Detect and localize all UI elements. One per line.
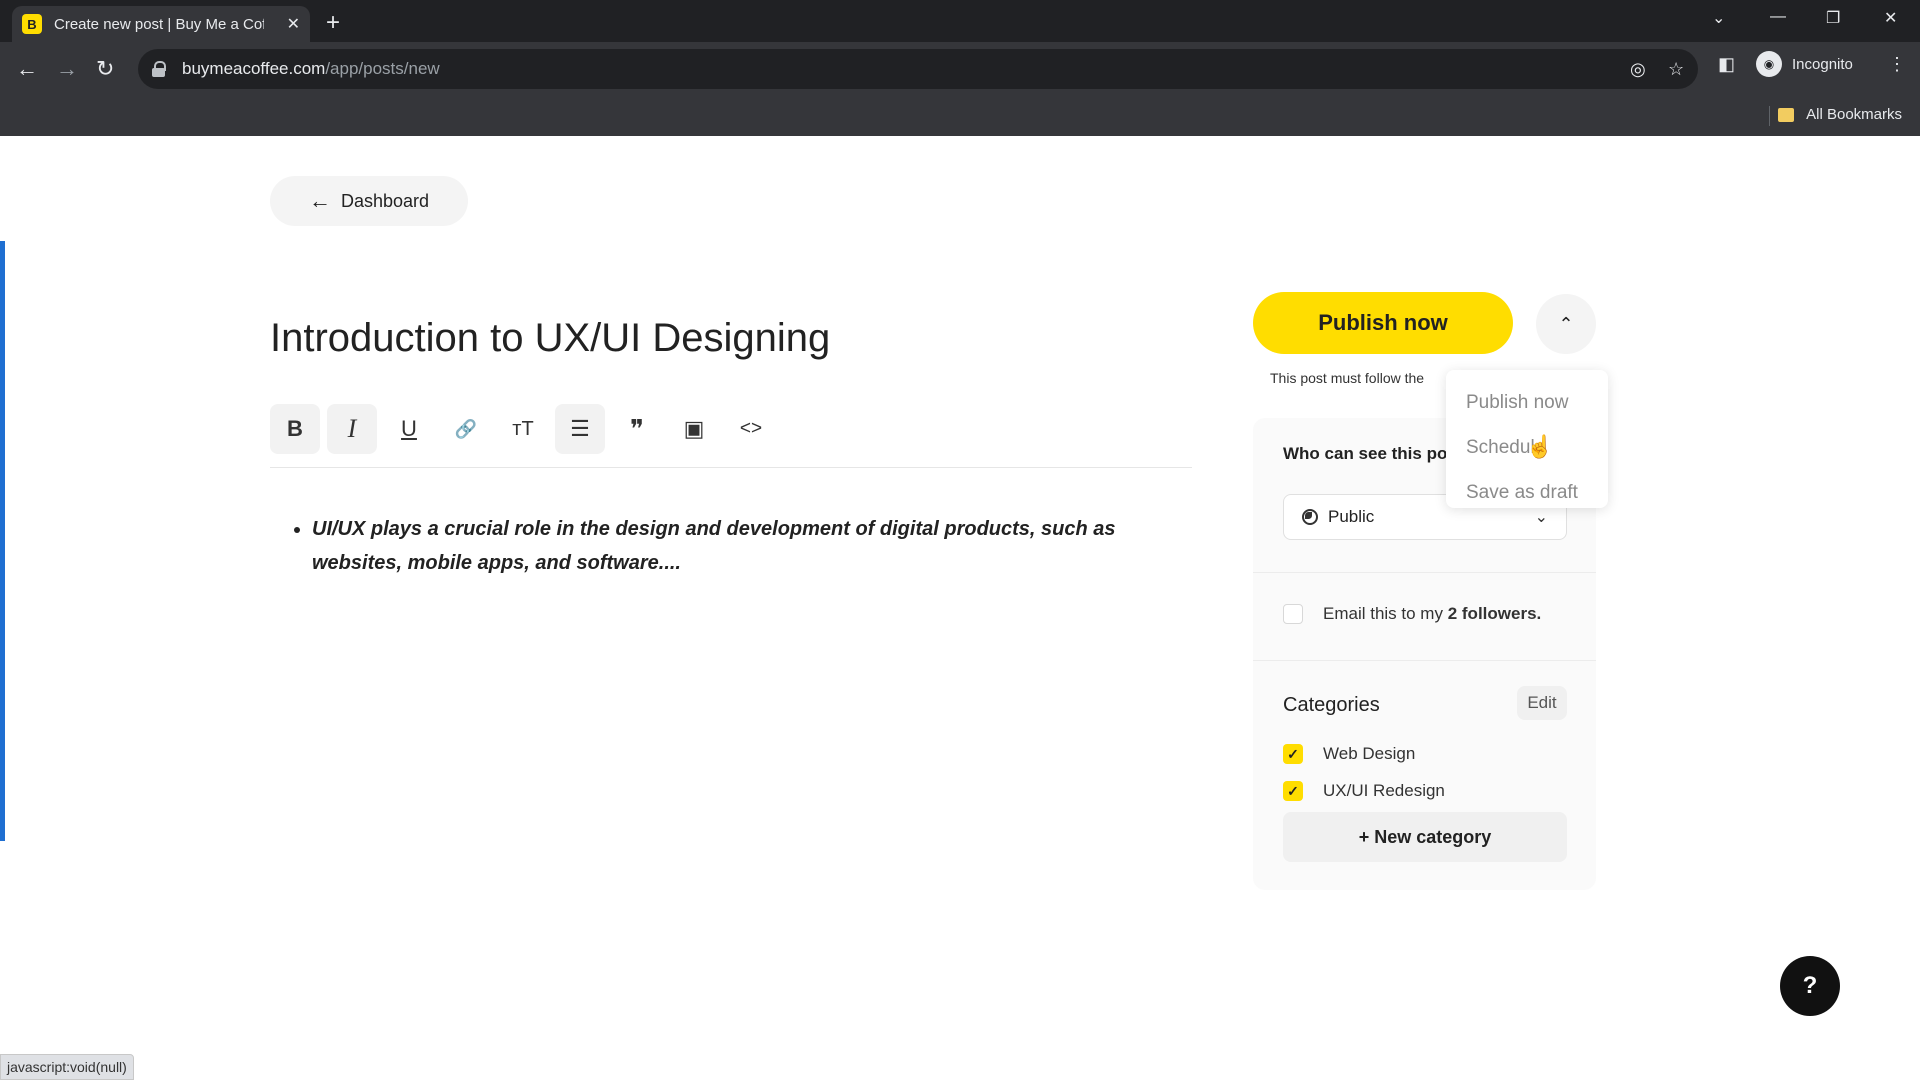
restore-icon[interactable]: ❐	[1826, 8, 1840, 28]
image-icon[interactable]: ▣	[669, 404, 719, 454]
menu-item-publish-now[interactable]: Publish now	[1446, 380, 1608, 425]
close-window-icon[interactable]: ✕	[1884, 8, 1897, 28]
help-button[interactable]: ?	[1780, 956, 1840, 1016]
quote-icon[interactable]: ❞	[612, 404, 662, 454]
page-content: ← Dashboard Introduction to UX/UI Design…	[0, 136, 1920, 1080]
all-bookmarks-label: All Bookmarks	[1806, 106, 1902, 123]
divider	[1253, 660, 1596, 661]
arrow-left-icon: ←	[308, 188, 331, 213]
status-bar: javascript:void(null)	[0, 1054, 134, 1080]
menu-kebab-icon[interactable]: ⋮	[1888, 54, 1906, 75]
bookmarks-bar: All Bookmarks	[0, 96, 1920, 136]
italic-icon[interactable]: I	[327, 404, 377, 454]
category-label: UX/UI Redesign	[1323, 781, 1445, 800]
bookmarks-separator	[1769, 106, 1770, 126]
checkmark-icon[interactable]: ✓	[1283, 744, 1303, 764]
tab-title: Create new post | Buy Me a Coffee	[54, 15, 264, 33]
bookmark-star-icon[interactable]: ☆	[1668, 59, 1684, 80]
url-path: /app/posts/new	[325, 59, 440, 78]
back-icon[interactable]: ←	[16, 56, 38, 82]
all-bookmarks[interactable]: All Bookmarks	[1778, 106, 1902, 123]
side-panel-icon[interactable]: ◧	[1718, 54, 1735, 75]
visibility-label: Who can see this po	[1283, 444, 1448, 463]
hand-cursor-icon: ☝	[1526, 434, 1554, 459]
globe-icon	[1302, 509, 1318, 525]
list-item: UI/UX plays a crucial role in the design…	[312, 512, 1146, 580]
formatting-toolbar: B I U 🔗 тT ☰ ❞ ▣ <>	[270, 404, 1192, 468]
category-label: Web Design	[1323, 744, 1416, 763]
divider	[1253, 572, 1596, 573]
menu-item-save-as-draft[interactable]: Save as draft	[1446, 470, 1608, 515]
lock-icon	[152, 61, 166, 77]
bulleted-list-icon[interactable]: ☰	[555, 404, 605, 454]
post-title-input[interactable]: Introduction to UX/UI Designing	[270, 316, 830, 361]
chevron-up-icon[interactable]: ⌃	[1536, 294, 1596, 354]
email-followers-checkbox[interactable]	[1283, 604, 1303, 624]
visibility-value: Public	[1328, 507, 1375, 526]
address-bar[interactable]: buymeacoffee.com/app/posts/new ◎ ☆	[138, 49, 1698, 89]
incognito-profile[interactable]: ◉ Incognito	[1756, 51, 1853, 77]
folder-icon	[1778, 107, 1795, 122]
link-icon[interactable]: 🔗	[441, 404, 491, 454]
profile-label: Incognito	[1792, 55, 1853, 73]
tracking-protection-icon[interactable]: ◎	[1630, 59, 1646, 80]
url-host: buymeacoffee.com	[182, 59, 326, 78]
categories-title: Categories	[1283, 694, 1380, 716]
incognito-icon: ◉	[1756, 51, 1782, 77]
email-prefix: Email this to my	[1323, 604, 1443, 623]
underline-icon[interactable]: U	[384, 404, 434, 454]
new-category-button[interactable]: + New category	[1283, 812, 1567, 862]
browser-tab[interactable]: B Create new post | Buy Me a Coffee ✕	[12, 6, 310, 42]
publish-now-button[interactable]: Publish now	[1253, 292, 1513, 354]
text-size-icon[interactable]: тT	[498, 404, 548, 454]
post-body-editor[interactable]: UI/UX plays a crucial role in the design…	[286, 512, 1146, 580]
browser-chrome: B Create new post | Buy Me a Coffee ✕ + …	[0, 0, 1920, 136]
back-label: Dashboard	[340, 190, 430, 211]
minimize-icon[interactable]: —	[1770, 8, 1786, 26]
email-followers-row[interactable]: Email this to my 2 followers.	[1283, 604, 1541, 624]
left-accent-bar	[0, 241, 5, 841]
buymeacoffee-favicon-icon: B	[22, 14, 42, 34]
publish-note: This post must follow the	[1270, 370, 1425, 386]
tab-close-icon[interactable]: ✕	[287, 14, 300, 34]
category-ux-ui-redesign[interactable]: ✓ UX/UI Redesign	[1283, 781, 1445, 801]
category-web-design[interactable]: ✓ Web Design	[1283, 744, 1415, 764]
followers-count: 2 followers.	[1447, 604, 1542, 623]
dashboard-back-button[interactable]: ← Dashboard	[270, 176, 468, 226]
forward-icon[interactable]: →	[56, 56, 78, 82]
reload-icon[interactable]: ↻	[96, 56, 114, 82]
bold-icon[interactable]: B	[270, 404, 320, 454]
browser-toolbar: ← → ↻ buymeacoffee.com/app/posts/new ◎ ☆…	[0, 42, 1920, 96]
edit-categories-button[interactable]: Edit	[1517, 686, 1567, 720]
tab-bar: B Create new post | Buy Me a Coffee ✕ + …	[0, 0, 1920, 42]
tab-search-icon[interactable]: ⌄	[1712, 8, 1725, 28]
code-icon[interactable]: <>	[726, 404, 776, 454]
new-tab-icon[interactable]: +	[326, 9, 340, 37]
checkmark-icon[interactable]: ✓	[1283, 781, 1303, 801]
